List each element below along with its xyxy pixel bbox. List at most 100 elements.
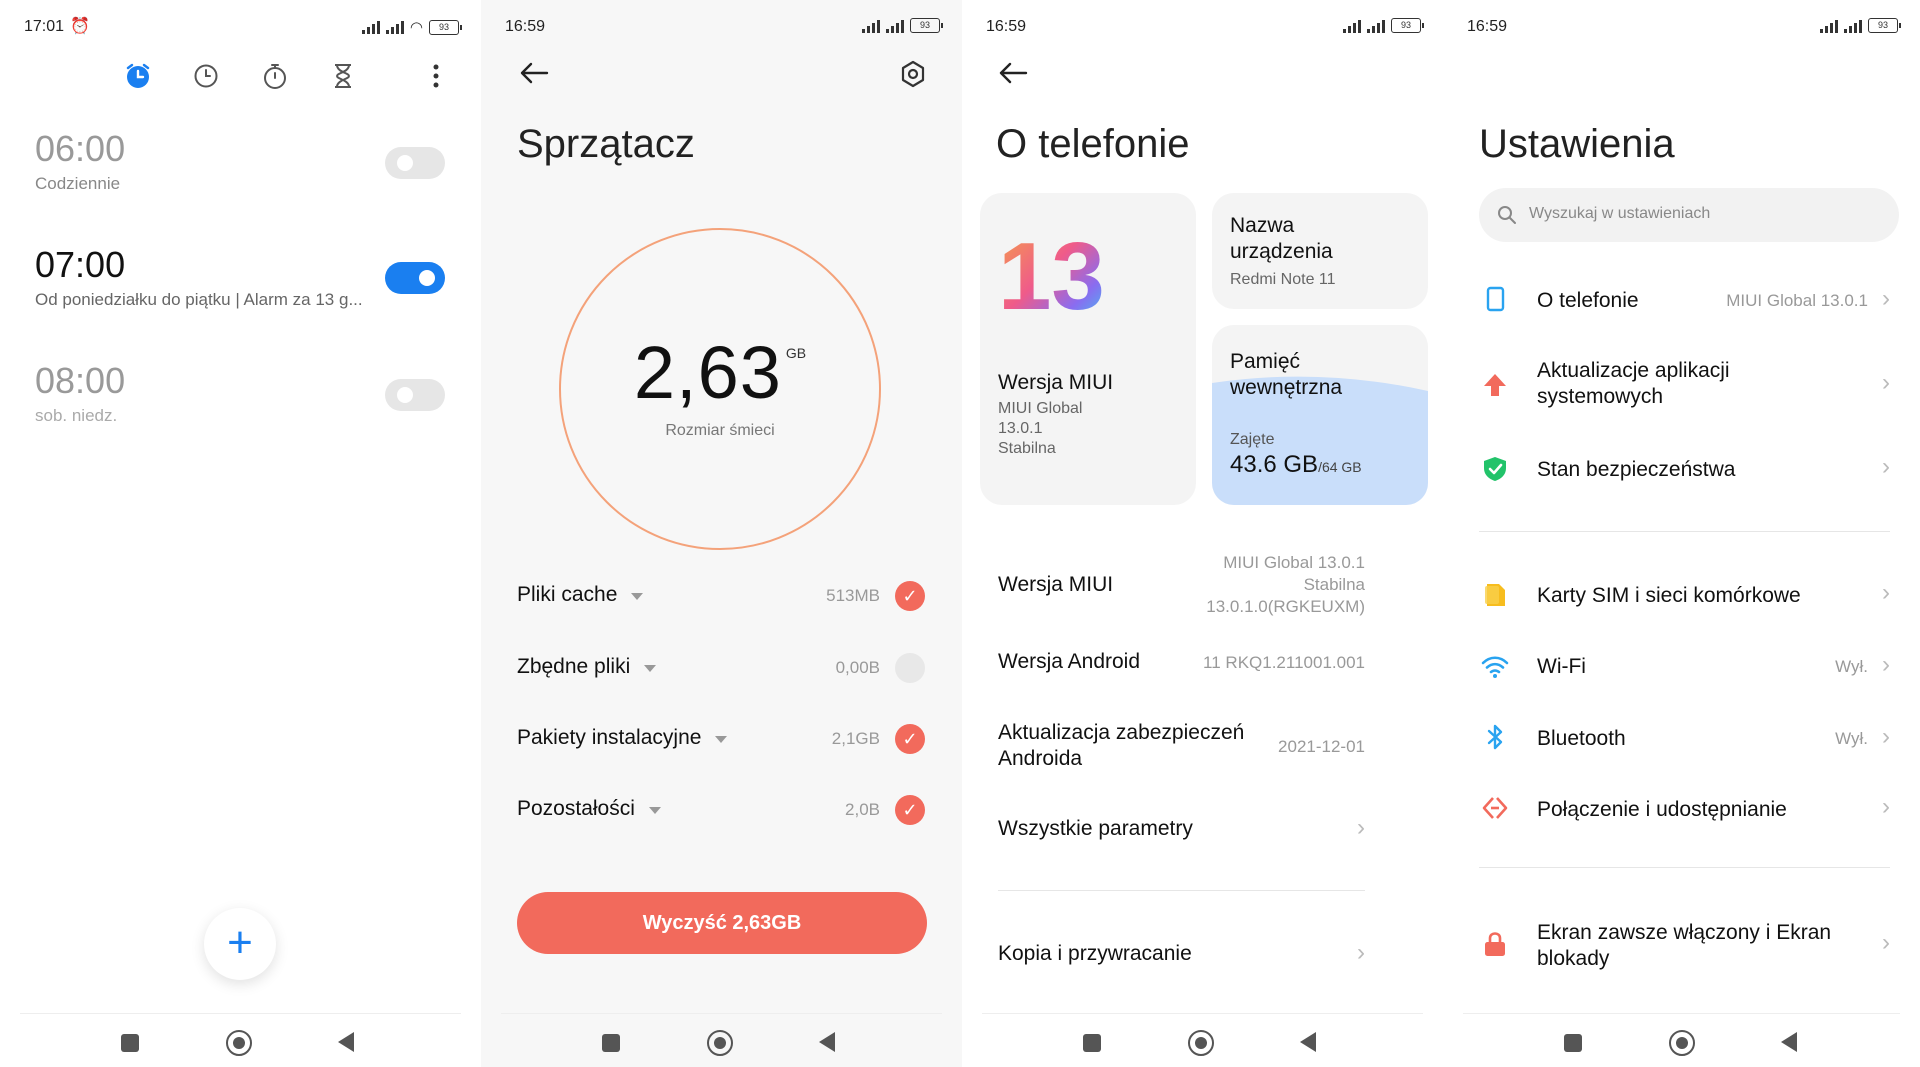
clean-button[interactable]: Wyczyść 2,63GB: [517, 892, 927, 954]
recents-button[interactable]: [1564, 1034, 1582, 1052]
info-row-label: Wersja MIUI: [998, 573, 1114, 596]
chevron-right-icon: ›: [1882, 929, 1890, 956]
expand-caret-icon: [715, 736, 728, 744]
category-size: 0,00B: [835, 658, 880, 677]
page-title: O telefonie: [996, 122, 1190, 166]
category-checkbox[interactable]: ✓: [895, 795, 925, 825]
junk-category-row[interactable]: Zbędne pliki: [517, 655, 657, 679]
settings-item-sim[interactable]: Karty SIM i sieci komórkowe: [1537, 583, 1801, 609]
miui-number: 13.0.1: [998, 420, 1043, 437]
tab-alarm[interactable]: [124, 62, 152, 95]
all-specs-row[interactable]: Wszystkie parametry: [998, 817, 1193, 841]
clock-app-panel: 17:01 ⏰ ◠ 93 06:00 Codziennie 07:00 Od p…: [0, 0, 481, 1067]
junk-category-row[interactable]: Pakiety instalacyjne: [517, 726, 728, 750]
settings-button[interactable]: [899, 60, 927, 93]
back-arrow-button[interactable]: [519, 62, 549, 89]
alarm-item[interactable]: 08:00 sob. niedz.: [35, 360, 125, 426]
back-button[interactable]: [819, 1032, 835, 1052]
junk-category-row[interactable]: Pliki cache: [517, 583, 644, 607]
info-row-value: 11 RKQ1.211001.001: [1203, 653, 1365, 672]
lock-icon: [1485, 932, 1505, 956]
wifi-icon: [1481, 656, 1509, 678]
settings-item-bluetooth[interactable]: Bluetooth: [1537, 726, 1626, 752]
home-button[interactable]: [1188, 1030, 1214, 1056]
backup-restore-row[interactable]: Kopia i przywracanie: [998, 942, 1192, 966]
back-arrow-button[interactable]: [998, 62, 1028, 89]
status-time: 17:01: [24, 18, 65, 35]
recents-button[interactable]: [602, 1034, 620, 1052]
battery-icon: 93: [1391, 18, 1424, 33]
tab-stopwatch[interactable]: [262, 62, 288, 95]
status-time: 16:59: [505, 18, 546, 35]
settings-item-lock-screen[interactable]: Ekran zawsze włączony i Ekran blokady: [1537, 920, 1831, 972]
chevron-right-icon: ›: [1882, 723, 1890, 750]
alarm-time: 06:00: [35, 128, 126, 169]
alarm-time: 07:00: [35, 244, 126, 285]
card-label-line: Pamięć: [1230, 350, 1301, 373]
alarm-item[interactable]: 06:00 Codziennie: [35, 128, 125, 194]
info-value-line: Stabilna: [1303, 575, 1365, 594]
chevron-right-icon: ›: [1882, 651, 1890, 678]
storage-card[interactable]: Pamięć wewnętrzna Zajęte 43.6 GB/64 GB: [1212, 325, 1428, 505]
chevron-right-icon: ›: [1882, 369, 1890, 396]
shield-icon: [1484, 457, 1506, 481]
tab-timer[interactable]: [331, 63, 355, 94]
settings-item-security[interactable]: Stan bezpieczeństwa: [1537, 457, 1735, 483]
back-arrow-icon: [999, 62, 1028, 84]
recents-button[interactable]: [121, 1034, 139, 1052]
card-value: MIUI Global 13.0.1 Stabilna: [998, 399, 1082, 459]
back-arrow-icon: [520, 62, 549, 84]
alarm-toggle[interactable]: [385, 147, 445, 179]
settings-item-system-updates[interactable]: Aktualizacje aplikacji systemowych: [1537, 358, 1730, 410]
junk-size-value: 2,63: [633, 331, 782, 414]
search-icon: [1498, 206, 1516, 224]
back-button[interactable]: [1781, 1032, 1797, 1052]
junk-size-unit: GB: [785, 345, 807, 361]
back-button[interactable]: [338, 1032, 354, 1052]
settings-item-about-phone[interactable]: O telefonie: [1537, 288, 1639, 314]
info-row-label: Wersja Android: [998, 650, 1141, 673]
alarm-toggle[interactable]: [385, 379, 445, 411]
home-button[interactable]: [226, 1030, 252, 1056]
category-checkbox[interactable]: ✓: [895, 581, 925, 611]
device-name-card[interactable]: Nazwa urządzenia Redmi Note 11: [1212, 193, 1428, 309]
alarm-repeat: sob. niedz.: [35, 406, 118, 425]
card-label: Wersja MIUI: [998, 371, 1114, 394]
recents-button[interactable]: [1083, 1034, 1101, 1052]
card-label-line: Nazwa: [1230, 214, 1295, 237]
settings-label-line: Aktualizacje aplikacji: [1537, 359, 1730, 382]
alarm-item[interactable]: 07:00 Od poniedziałku do piątku | Alarm …: [35, 244, 395, 310]
search-input[interactable]: Wyszukaj w ustawieniach: [1479, 188, 1899, 242]
stopwatch-icon: [264, 64, 286, 89]
card-label: Nazwa urządzenia: [1230, 213, 1333, 265]
update-arrow-icon: [1484, 374, 1506, 396]
chevron-right-icon: ›: [1882, 793, 1890, 820]
status-time: 16:59: [1467, 18, 1508, 35]
junk-category-row[interactable]: Pozostałości: [517, 797, 661, 821]
signal-icon-2: [886, 19, 904, 33]
divider: [1479, 531, 1890, 532]
alarm-toggle[interactable]: [385, 262, 445, 294]
add-alarm-button[interactable]: +: [204, 908, 276, 980]
miui-version-card[interactable]: 13 Wersja MIUI MIUI Global 13.0.1 Stabil…: [980, 193, 1196, 505]
settings-item-value: MIUI Global 13.0.1: [1726, 291, 1868, 310]
home-button[interactable]: [707, 1030, 733, 1056]
category-checkbox[interactable]: ✓: [895, 724, 925, 754]
divider: [998, 890, 1365, 891]
settings-item-value: Wył.: [1835, 729, 1868, 748]
page-title: Sprzątacz: [517, 122, 695, 166]
settings-item-wifi[interactable]: Wi-Fi: [1537, 654, 1586, 680]
settings-item-connection-sharing[interactable]: Połączenie i udostępnianie: [1537, 797, 1787, 823]
category-label: Zbędne pliki: [517, 655, 631, 678]
chevron-right-icon: ›: [1882, 285, 1890, 312]
back-button[interactable]: [1300, 1032, 1316, 1052]
tab-clock[interactable]: [193, 63, 219, 94]
status-icons: 93: [1820, 18, 1901, 33]
more-options-button[interactable]: [432, 64, 440, 93]
info-label-line: Androida: [998, 747, 1083, 770]
category-checkbox[interactable]: [895, 653, 925, 683]
home-button[interactable]: [1669, 1030, 1695, 1056]
info-row-label: Aktualizacja zabezpieczeń Androida: [998, 720, 1244, 772]
storage-total-value: /64 GB: [1318, 459, 1362, 475]
more-icon: [433, 64, 439, 88]
